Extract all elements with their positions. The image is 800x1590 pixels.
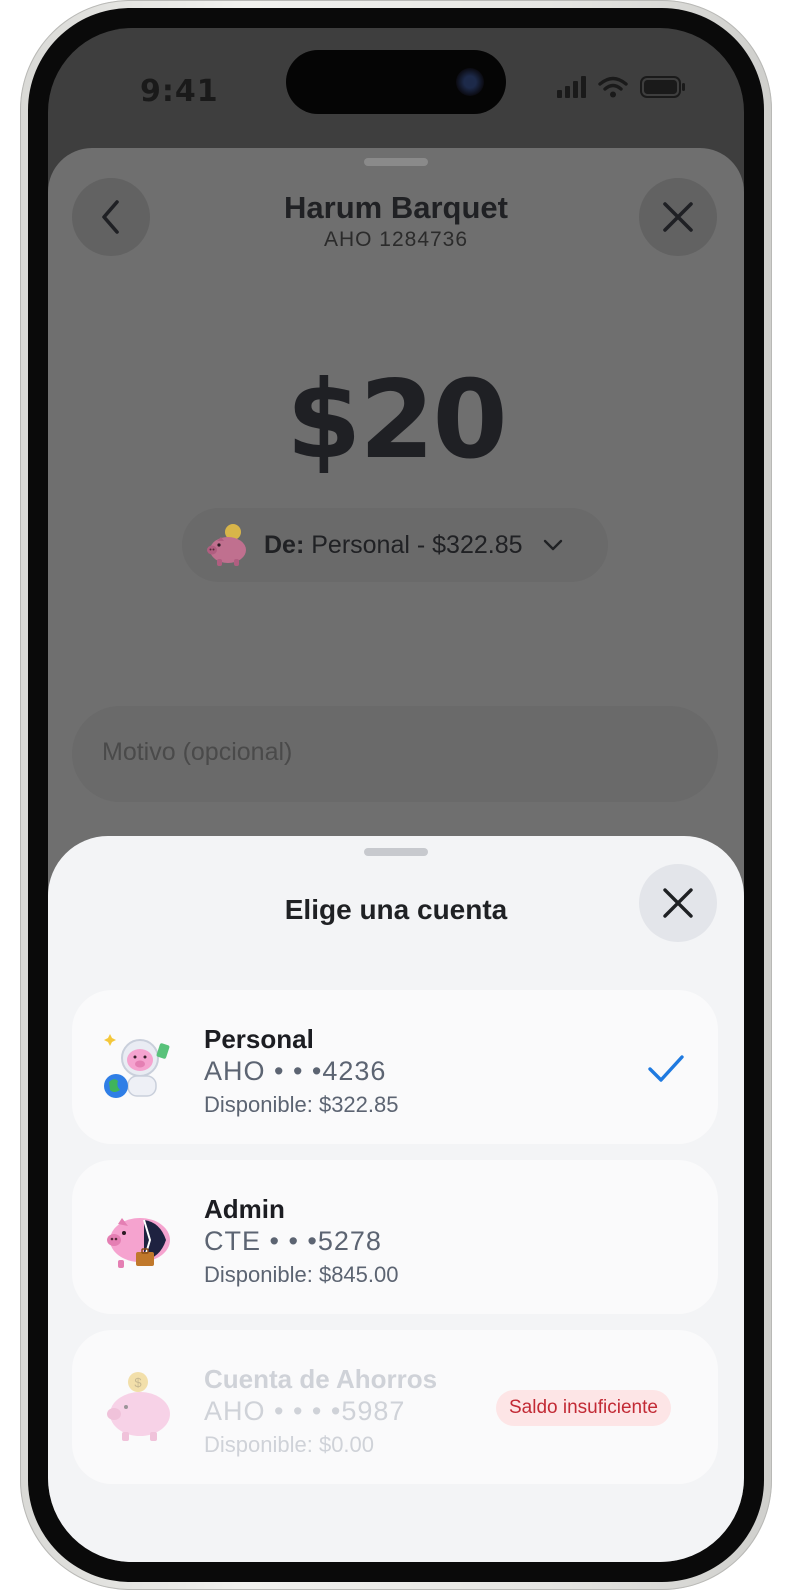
account-name: Cuenta de Ahorros <box>204 1364 438 1394</box>
account-available: Disponible: $322.85 <box>204 1092 399 1117</box>
account-option-personal[interactable]: Personal AHO • • •4236 Disponible: $322.… <box>72 990 718 1144</box>
account-number: AHO • • • •5987 <box>204 1396 406 1426</box>
account-number: CTE • • •5278 <box>204 1226 382 1256</box>
signal-icon <box>557 76 586 98</box>
modal-close-button[interactable] <box>639 864 717 942</box>
chevron-down-icon <box>543 539 562 551</box>
dynamic-island <box>286 50 506 114</box>
status-time: 9:41 <box>140 74 219 109</box>
svg-text:$: $ <box>134 1375 142 1390</box>
battery-icon <box>640 76 685 98</box>
account-option-admin[interactable]: Admin CTE • • •5278 Disponible: $845.00 <box>72 1160 718 1314</box>
account-picker-sheet: Elige una cuenta Personal AHO • • •4236 <box>48 836 744 1562</box>
piggy-coin-icon: $ <box>107 1372 170 1441</box>
check-icon <box>648 1055 684 1082</box>
motivo-placeholder: Motivo (opcional) <box>102 738 293 766</box>
transfer-amount[interactable]: $20 <box>48 358 744 483</box>
sheet-grabber[interactable] <box>364 158 428 166</box>
account-name: Admin <box>204 1194 285 1224</box>
recipient-name: Harum Barquet <box>284 190 508 225</box>
account-available: Disponible: $0.00 <box>204 1432 375 1457</box>
account-name: Personal <box>204 1024 314 1054</box>
piggy-bank-icon <box>207 524 246 566</box>
piggy-astronaut-icon <box>104 1034 170 1098</box>
modal-grabber[interactable] <box>364 848 428 856</box>
piggy-business-icon <box>107 1218 170 1268</box>
status-icons <box>557 76 686 98</box>
account-available: Disponible: $845.00 <box>204 1262 399 1287</box>
wifi-icon <box>598 76 628 98</box>
camera-icon <box>456 68 484 96</box>
insufficient-balance-badge: Saldo insuficiente <box>496 1390 671 1426</box>
from-account-selector[interactable]: De: Personal - $322.85 <box>182 508 608 582</box>
motivo-input[interactable]: Motivo (opcional) <box>72 706 718 802</box>
close-icon <box>663 888 693 918</box>
screen: Harum Barquet AHO 1284736 $20 De: Person… <box>48 28 744 1562</box>
status-bar: 9:41 <box>48 28 744 148</box>
from-label: De: <box>264 530 305 559</box>
account-number: AHO • • •4236 <box>204 1056 387 1086</box>
recipient-account: AHO 1284736 <box>323 228 469 251</box>
account-option-ahorros: $ Cuenta de Ahorros AHO • • • •5987 Disp… <box>72 1330 718 1484</box>
from-value: Personal - $322.85 <box>311 530 523 559</box>
